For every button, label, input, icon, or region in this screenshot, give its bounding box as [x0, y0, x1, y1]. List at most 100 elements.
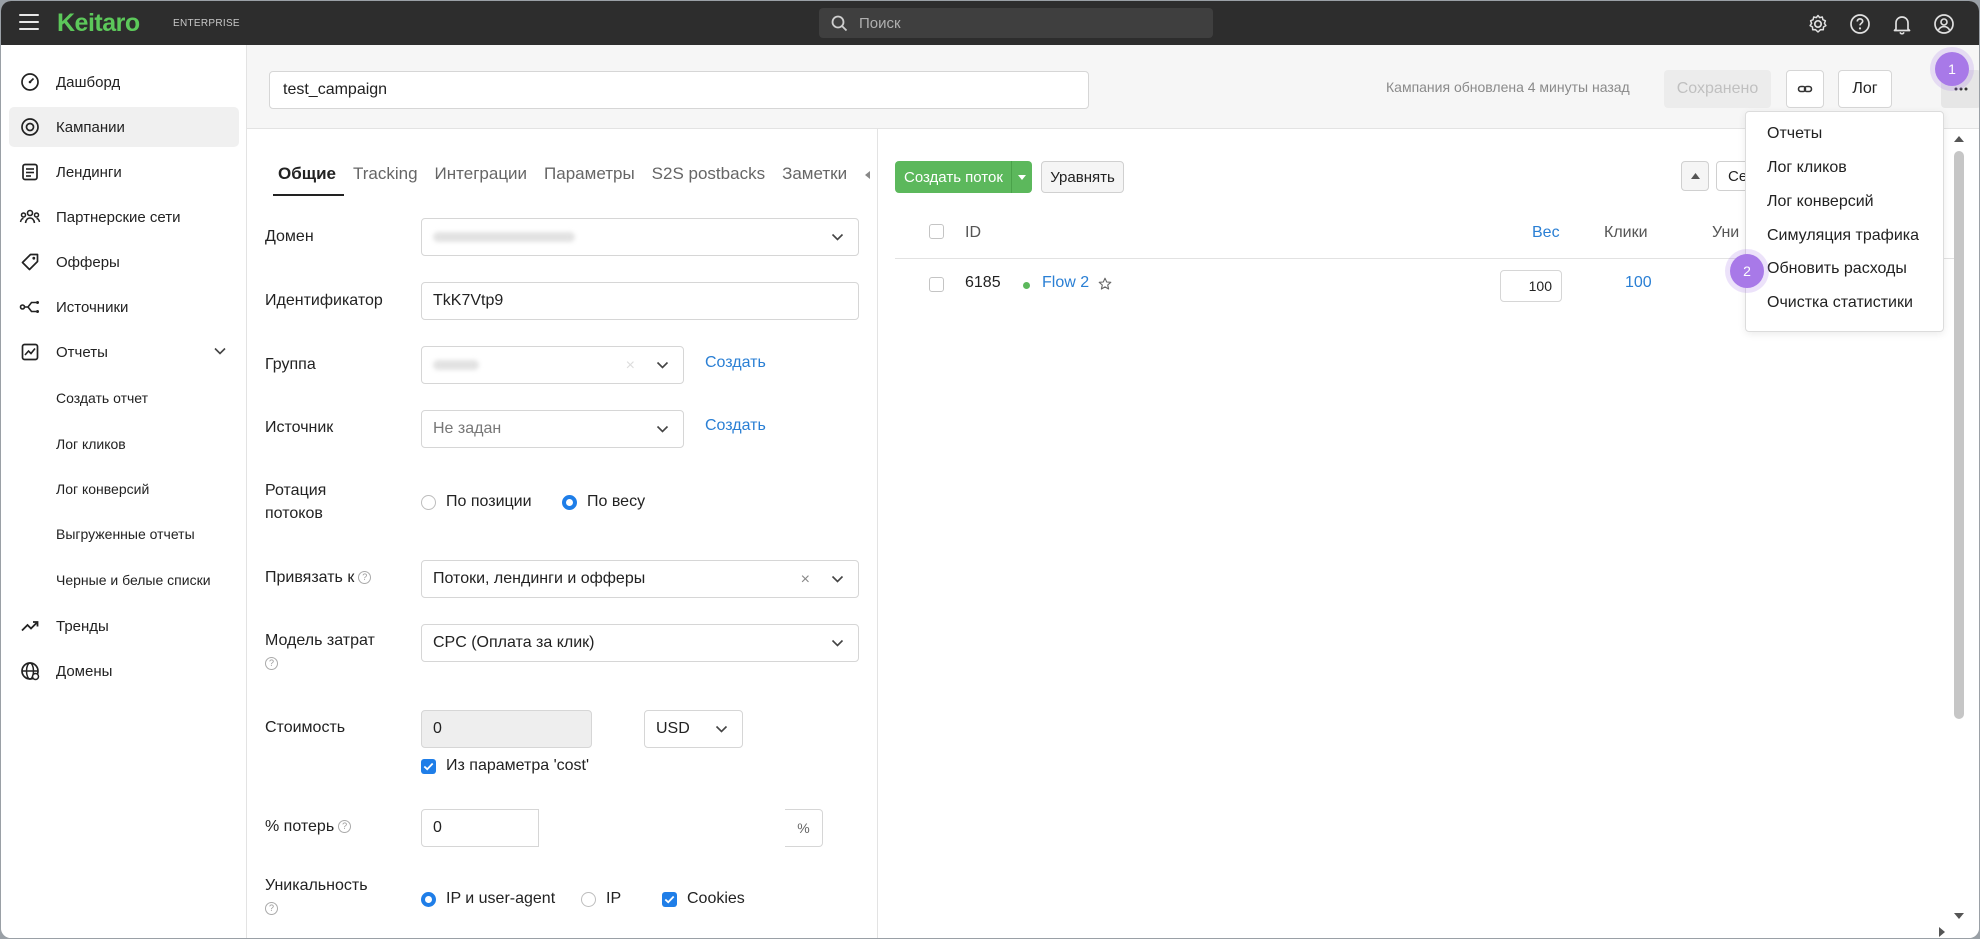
- menu-item-conversion-log[interactable]: Лог конверсий: [1767, 193, 1874, 211]
- sidebar-item-landings[interactable]: Лендинги: [9, 152, 239, 192]
- menu-item-traffic-simulation[interactable]: Симуляция трафика: [1767, 227, 1919, 245]
- rotation-by-weight-radio[interactable]: По весу: [562, 493, 645, 511]
- bind-to-select[interactable]: Потоки, лендинги и офферы ×: [421, 560, 859, 598]
- radio-label: IP: [606, 890, 622, 907]
- saved-button[interactable]: Сохранено: [1664, 70, 1771, 108]
- cost-model-value: CPC (Оплата за клик): [433, 634, 595, 651]
- sidebar-item-reports[interactable]: Отчеты: [9, 332, 239, 372]
- equalize-button[interactable]: Уравнять: [1041, 161, 1124, 193]
- loss-input[interactable]: 0: [421, 809, 539, 847]
- group-select[interactable]: ×: [421, 346, 684, 384]
- search-input[interactable]: [859, 8, 1199, 38]
- search-icon: [831, 15, 848, 32]
- loss-label: % потерь?: [265, 815, 352, 838]
- flow-weight-input[interactable]: 100: [1500, 270, 1562, 302]
- scrollbar-thumb[interactable]: [1954, 151, 1964, 719]
- scroll-down-icon[interactable]: [1954, 913, 1964, 919]
- uniqueness-cookies-checkbox[interactable]: Cookies: [662, 890, 745, 908]
- uniqueness-ip-ua-radio[interactable]: IP и user-agent: [421, 890, 555, 908]
- column-unique[interactable]: Уни: [1712, 224, 1739, 242]
- source-select[interactable]: Не задан: [421, 410, 684, 448]
- globe-icon: [18, 659, 42, 683]
- sidebar-item-label: Тренды: [56, 617, 109, 635]
- help-icon[interactable]: ?: [265, 902, 278, 916]
- sidebar-subitem-black-white-lists[interactable]: Черные и белые списки: [56, 572, 211, 588]
- chevron-down-icon: [831, 639, 844, 647]
- flow-name-link[interactable]: Flow 2: [1042, 274, 1089, 292]
- create-group-link[interactable]: Создать: [705, 354, 766, 372]
- create-source-link[interactable]: Создать: [705, 417, 766, 435]
- sidebar-subitem-exported-reports[interactable]: Выгруженные отчеты: [56, 526, 195, 542]
- sidebar-subitem-conversion-log[interactable]: Лог конверсий: [56, 481, 149, 497]
- help-icon[interactable]: ?: [358, 571, 372, 585]
- cost-model-select[interactable]: CPC (Оплата за клик): [421, 624, 859, 662]
- campaign-name-input[interactable]: [269, 71, 1089, 109]
- uniqueness-ip-radio[interactable]: IP: [581, 890, 621, 908]
- tab-s2s-postbacks[interactable]: S2S postbacks: [644, 164, 773, 196]
- create-flow-button[interactable]: Создать поток: [895, 161, 1032, 193]
- tab-parameters[interactable]: Параметры: [536, 164, 643, 196]
- user-account-icon[interactable]: [1931, 11, 1957, 37]
- select-all-checkbox[interactable]: [929, 224, 944, 239]
- tab-notes[interactable]: Заметки: [774, 164, 855, 196]
- bind-to-text: Привязать к: [265, 569, 355, 586]
- sidebar-item-label: Партнерские сети: [56, 208, 181, 226]
- move-up-button[interactable]: [1681, 161, 1709, 191]
- radio-label: По весу: [587, 493, 646, 510]
- sidebar-item-domains[interactable]: Домены: [9, 651, 239, 691]
- bell-icon[interactable]: [1889, 11, 1915, 37]
- trends-icon: [18, 614, 42, 638]
- domain-select[interactable]: [421, 218, 859, 256]
- sidebar-item-offers[interactable]: Офферы: [9, 242, 239, 282]
- identifier-input[interactable]: TkK7Vtp9: [421, 282, 859, 320]
- column-weight[interactable]: Вес: [1532, 224, 1560, 242]
- menu-item-reports[interactable]: Отчеты: [1767, 125, 1822, 143]
- help-icon[interactable]: [1847, 11, 1873, 37]
- create-flow-dropdown[interactable]: [1011, 161, 1032, 193]
- search-box[interactable]: [819, 8, 1213, 38]
- rotation-by-position-radio[interactable]: По позиции: [421, 493, 532, 511]
- log-button[interactable]: Лог: [1838, 70, 1892, 108]
- caret-down-icon: [1018, 174, 1026, 180]
- gear-icon[interactable]: [1805, 11, 1831, 37]
- tab-integrations[interactable]: Интеграции: [427, 164, 536, 196]
- cost-from-param-checkbox[interactable]: Из параметра 'cost': [421, 757, 589, 775]
- flow-clicks-link[interactable]: 100: [1625, 274, 1652, 292]
- star-icon[interactable]: [1098, 277, 1112, 291]
- sidebar-item-campaigns[interactable]: Кампании: [9, 107, 239, 147]
- copy-link-button[interactable]: [1786, 70, 1824, 108]
- help-icon[interactable]: ?: [265, 657, 278, 671]
- sidebar-item-sources[interactable]: Источники: [9, 287, 239, 327]
- tab-general[interactable]: Общие: [273, 164, 344, 196]
- menu-item-clear-stats[interactable]: Очистка статистики: [1767, 294, 1913, 312]
- tab-tracking[interactable]: Tracking: [345, 164, 426, 196]
- cost-model-label: Модель затрат?: [265, 629, 395, 675]
- sidebar-item-dashboard[interactable]: Дашборд: [9, 62, 239, 102]
- sidebar-item-affiliate-networks[interactable]: Партнерские сети: [9, 197, 239, 237]
- scroll-right-icon[interactable]: [1939, 927, 1945, 937]
- currency-select[interactable]: USD: [644, 710, 743, 748]
- menu-item-update-costs[interactable]: Обновить расходы: [1767, 260, 1907, 278]
- chevron-down-icon[interactable]: [213, 344, 227, 358]
- uniqueness-label: Уникальность?: [265, 874, 395, 920]
- clear-icon[interactable]: ×: [626, 357, 635, 375]
- clear-icon[interactable]: ×: [801, 571, 810, 589]
- sidebar-item-trends[interactable]: Тренды: [9, 606, 239, 646]
- row-checkbox[interactable]: [929, 277, 944, 292]
- menu-item-click-log[interactable]: Лог кликов: [1767, 159, 1847, 177]
- sidebar-subitem-create-report[interactable]: Создать отчет: [56, 390, 148, 406]
- tabs-scroll-left-icon[interactable]: [865, 171, 870, 179]
- scroll-up-icon[interactable]: [1954, 136, 1964, 142]
- app-window: Keitaro ENTERPRISE Дашборд Кампании Ленд…: [1, 1, 1979, 938]
- column-clicks[interactable]: Клики: [1604, 224, 1648, 242]
- bind-to-value: Потоки, лендинги и офферы: [433, 570, 646, 587]
- sidebar-subitem-click-log[interactable]: Лог кликов: [56, 436, 126, 452]
- help-icon[interactable]: ?: [338, 820, 352, 834]
- actions-menu: Отчеты Лог кликов Лог конверсий Симуляци…: [1745, 111, 1944, 332]
- column-id[interactable]: ID: [965, 224, 981, 242]
- more-icon: [1954, 87, 1968, 91]
- step-badge-1: 1: [1935, 52, 1969, 86]
- dashboard-icon: [18, 70, 42, 94]
- affiliate-networks-icon: [18, 205, 42, 229]
- menu-icon[interactable]: [19, 14, 39, 30]
